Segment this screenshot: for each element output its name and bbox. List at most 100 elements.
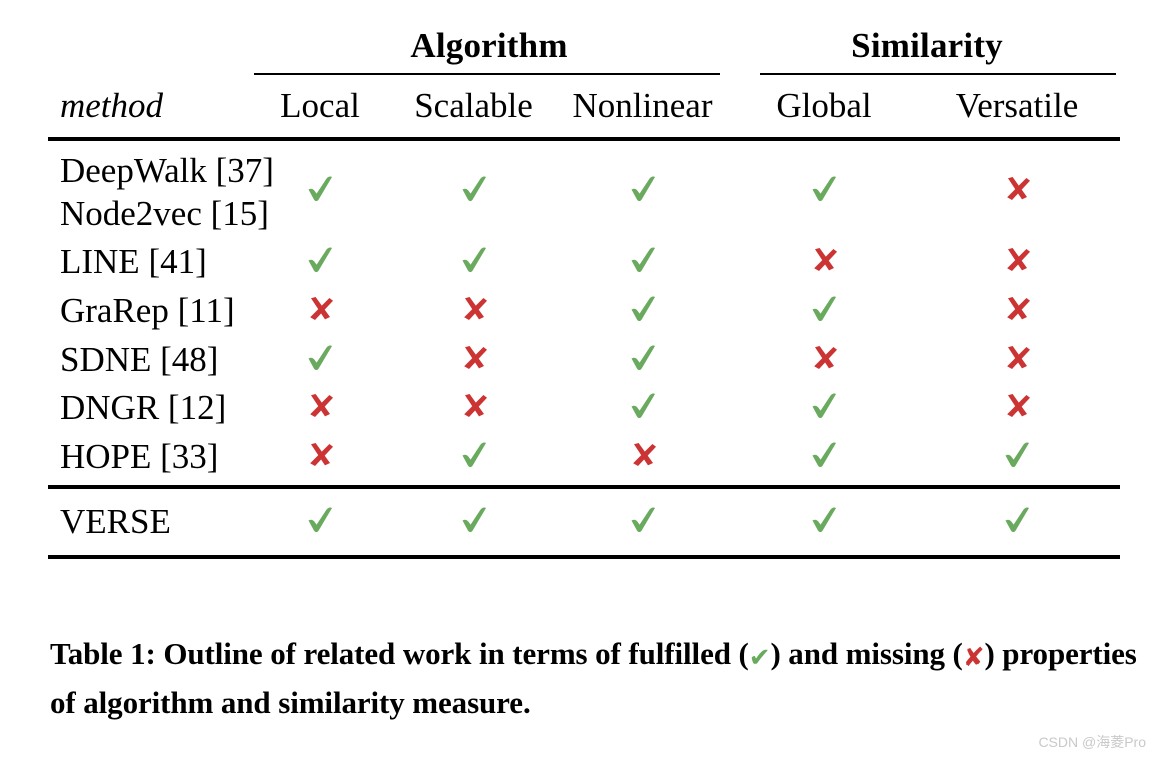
cross-mark-icon	[626, 438, 660, 472]
group-rule-row	[48, 69, 1120, 78]
method-name-cell: GraRep [11]	[48, 287, 244, 336]
cross-mark-icon	[303, 389, 337, 423]
check-mark-icon	[457, 503, 491, 537]
cross-mark-icon	[457, 389, 491, 423]
method-name-cell: LINE [41]	[48, 238, 244, 287]
table-caption: Table 1: Outline of related work in term…	[50, 630, 1140, 728]
mark-cell-scalable	[396, 336, 551, 385]
mark-cell-versatile	[914, 287, 1120, 336]
check-mark-icon	[807, 172, 841, 206]
table-row-verse: VERSE	[48, 493, 1120, 552]
column-header-global: Global	[776, 86, 872, 125]
table-row: GraRep [11]	[48, 287, 1120, 336]
mark-cell-scalable	[396, 384, 551, 433]
method-name-cell: DNGR [12]	[48, 384, 244, 433]
mark-cell-nonlinear	[551, 287, 734, 336]
cross-mark-icon	[303, 438, 337, 472]
table-row: DeepWalk [37] Node2vec [15]	[48, 144, 1120, 238]
caption-line2-text-a: missing (	[845, 636, 963, 671]
mark-cell-global	[734, 493, 914, 552]
mark-cell-versatile	[914, 144, 1120, 238]
mark-cell-nonlinear	[551, 336, 734, 385]
cross-mark-icon	[457, 292, 491, 326]
mark-cell-scalable	[396, 238, 551, 287]
mark-cell-scalable	[396, 433, 551, 482]
check-mark-icon	[626, 503, 660, 537]
mark-cell-versatile	[914, 493, 1120, 552]
check-mark-icon: ✔	[748, 643, 771, 673]
comparison-table: Algorithm Similarity method Local Scalable No…	[48, 28, 1121, 563]
cross-mark-icon	[1000, 389, 1034, 423]
table-rule-heavy	[48, 552, 1121, 563]
method-label: GraRep [11]	[60, 291, 235, 331]
table-row: SDNE [48]	[48, 336, 1120, 385]
check-mark-icon	[626, 341, 660, 375]
check-mark-icon	[626, 389, 660, 423]
check-mark-icon	[807, 503, 841, 537]
mark-cell-nonlinear	[551, 433, 734, 482]
mark-cell-local	[244, 287, 396, 336]
check-mark-icon	[626, 172, 660, 206]
cross-mark-icon	[807, 341, 841, 375]
group-rule-spacer	[48, 69, 244, 78]
method-label: HOPE [33]	[60, 437, 219, 477]
mark-cell-scalable	[396, 287, 551, 336]
check-mark-icon	[807, 438, 841, 472]
cross-mark-icon	[303, 292, 337, 326]
column-header-versatile: Versatile	[955, 86, 1079, 125]
check-mark-icon	[1000, 438, 1034, 472]
check-mark-icon	[626, 292, 660, 326]
check-mark-icon	[303, 503, 337, 537]
group-rule-similarity	[734, 69, 1120, 78]
group-header-algorithm: Algorithm	[410, 26, 568, 65]
mark-cell-versatile	[914, 336, 1120, 385]
table-row: DNGR [12]	[48, 384, 1120, 433]
mark-cell-scalable	[396, 144, 551, 238]
check-mark-icon	[807, 292, 841, 326]
column-header-row: method Local Scalable Nonlinear Global Versat…	[48, 78, 1120, 133]
column-header-local: Local	[280, 86, 360, 125]
mark-cell-global	[734, 287, 914, 336]
mark-cell-global	[734, 336, 914, 385]
table-rule-heavy	[48, 482, 1121, 493]
column-header-method: method	[60, 86, 164, 125]
watermark: CSDN @海菱Pro	[1038, 734, 1146, 750]
table-row: LINE [41]	[48, 238, 1120, 287]
method-label: DeepWalk [37]	[60, 151, 274, 190]
mark-cell-scalable	[396, 493, 551, 552]
check-mark-icon	[457, 172, 491, 206]
method-label: VERSE	[60, 501, 171, 541]
method-name-cell: HOPE [33]	[48, 433, 244, 482]
cross-mark-icon	[1000, 292, 1034, 326]
cross-mark-icon	[1000, 341, 1034, 375]
mark-cell-versatile	[914, 238, 1120, 287]
mark-cell-global	[734, 144, 914, 238]
mark-cell-versatile	[914, 384, 1120, 433]
group-header-similarity: Similarity	[851, 26, 1003, 65]
mark-cell-local	[244, 384, 396, 433]
comparison-table-container: Algorithm Similarity method Local Scalable No…	[48, 28, 1121, 563]
mark-cell-nonlinear	[551, 384, 734, 433]
group-rule-algorithm	[244, 69, 734, 78]
mark-cell-global	[734, 238, 914, 287]
check-mark-icon	[626, 243, 660, 277]
cross-mark-icon	[1000, 172, 1034, 206]
mark-cell-nonlinear	[551, 493, 734, 552]
mark-cell-global	[734, 384, 914, 433]
group-header-row: Algorithm Similarity	[48, 28, 1120, 69]
table-row: HOPE [33]	[48, 433, 1120, 482]
check-mark-icon	[807, 389, 841, 423]
mark-cell-versatile	[914, 433, 1120, 482]
cross-mark-icon	[1000, 243, 1034, 277]
mark-cell-local	[244, 493, 396, 552]
table-rule-heavy	[48, 133, 1121, 144]
mark-cell-nonlinear	[551, 144, 734, 238]
method-name-cell: VERSE	[48, 493, 244, 552]
method-name-cell: SDNE [48]	[48, 336, 244, 385]
check-mark-icon	[303, 243, 337, 277]
group-header-spacer	[48, 28, 244, 69]
column-header-scalable: Scalable	[414, 86, 533, 125]
check-mark-icon	[457, 438, 491, 472]
mark-cell-global	[734, 433, 914, 482]
method-name-cell: DeepWalk [37] Node2vec [15]	[48, 144, 274, 238]
